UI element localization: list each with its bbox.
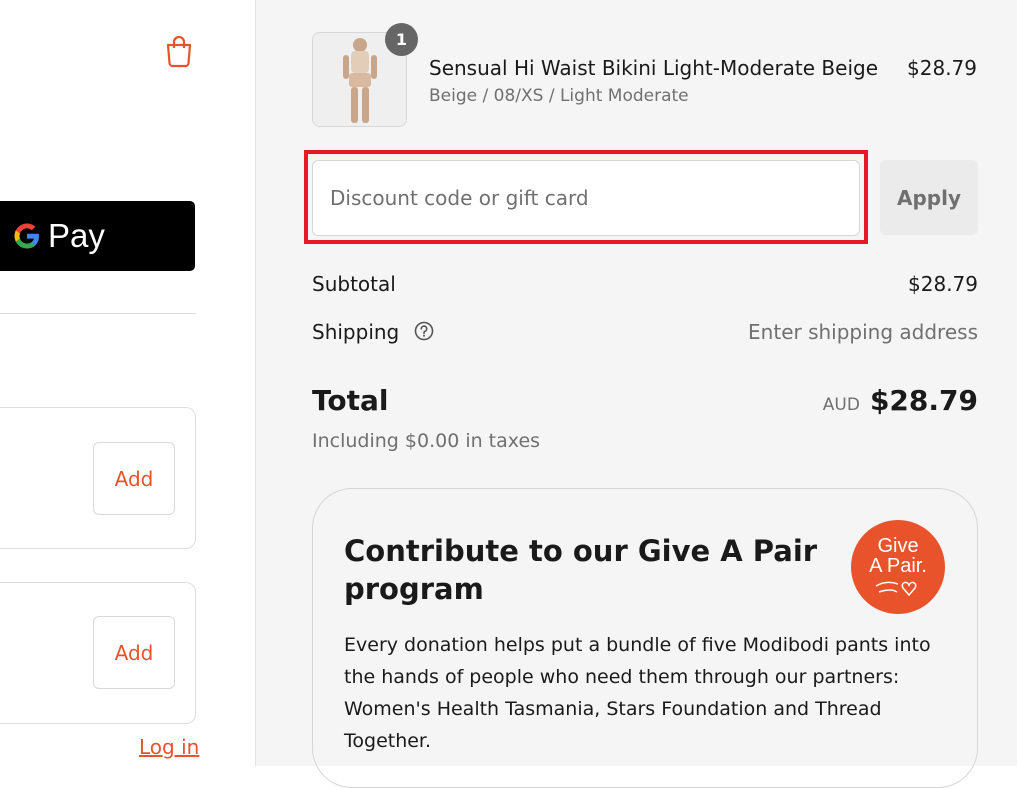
shipping-row: Shipping (312, 320, 434, 346)
add-button[interactable]: Add (93, 442, 175, 515)
shipping-value: Enter shipping address (748, 320, 978, 344)
shopping-bag-icon[interactable] (164, 34, 194, 68)
divider (0, 313, 196, 314)
give-a-pair-logo: Give A Pair. (851, 520, 945, 614)
checkout-left-pane: Pay Add Add Log in (0, 0, 256, 766)
add-button[interactable]: Add (93, 616, 175, 689)
discount-code-input[interactable] (312, 160, 860, 236)
total-value: $28.79 (869, 384, 978, 417)
google-g-icon (14, 223, 39, 249)
google-pay-button[interactable]: Pay (0, 201, 195, 271)
quantity-badge: 1 (385, 23, 418, 56)
google-pay-label: Pay (48, 217, 105, 254)
help-circle-icon[interactable] (414, 321, 434, 346)
product-name: Sensual Hi Waist Bikini Light-Moderate B… (429, 56, 879, 80)
product-variant: Beige / 08/XS / Light Moderate (429, 86, 689, 106)
total-label: Total (312, 384, 389, 417)
subtotal-label: Subtotal (312, 272, 396, 296)
logo-text-line-1: Give (877, 535, 918, 557)
product-price: $28.79 (907, 56, 977, 80)
logo-text-line-2: A Pair. (869, 555, 927, 577)
currency-code: AUD (822, 395, 860, 415)
apply-button[interactable]: Apply (880, 160, 978, 235)
total-amount: AUD $28.79 (823, 384, 978, 417)
donation-body: Every donation helps put a bundle of fiv… (344, 634, 931, 752)
subtotal-value: $28.79 (908, 272, 978, 296)
taxes-note: Including $0.00 in taxes (312, 430, 541, 452)
login-link[interactable]: Log in (139, 735, 199, 759)
donation-title: Contribute to our Give A Pair program (344, 534, 818, 606)
shipping-label: Shipping (312, 320, 400, 344)
